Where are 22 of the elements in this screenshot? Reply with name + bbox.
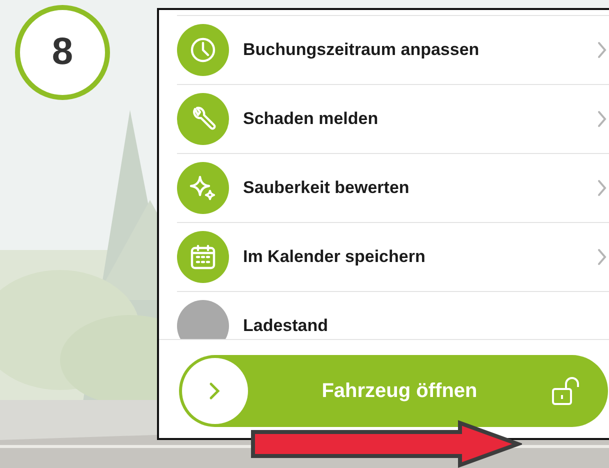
menu-item[interactable]: Im Kalender speichern	[177, 222, 609, 291]
clock-circle-icon	[177, 24, 229, 76]
menu-item[interactable]: Schaden melden	[177, 84, 609, 153]
menu-label: Im Kalender speichern	[243, 246, 426, 268]
slider-handle[interactable]	[182, 358, 248, 424]
chevron-right-icon	[597, 41, 607, 59]
calendar-circle-icon	[177, 231, 229, 283]
menu-item[interactable]: Buchungszeitraum anpassen	[177, 15, 609, 84]
menu-label: Schaden melden	[243, 108, 380, 130]
chevron-right-icon	[597, 110, 607, 128]
menu-label: Sauberkeit bewerten	[243, 177, 410, 200]
menu-item[interactable]: Sauberkeit bewerten	[177, 153, 609, 222]
wrench-circle-icon	[177, 93, 229, 145]
menu-label: Buchungszeitraum anpassen	[243, 39, 480, 62]
status-circle-icon	[177, 300, 229, 339]
chevron-right-icon	[597, 179, 607, 197]
sparkle-circle-icon	[177, 162, 229, 214]
unlock-icon	[551, 376, 579, 406]
arrow-icon	[250, 420, 522, 468]
chevron-right-icon	[597, 248, 607, 266]
slider-label: Fahrzeug öffnen	[320, 379, 478, 404]
menu-label: Ladestand	[243, 315, 330, 338]
